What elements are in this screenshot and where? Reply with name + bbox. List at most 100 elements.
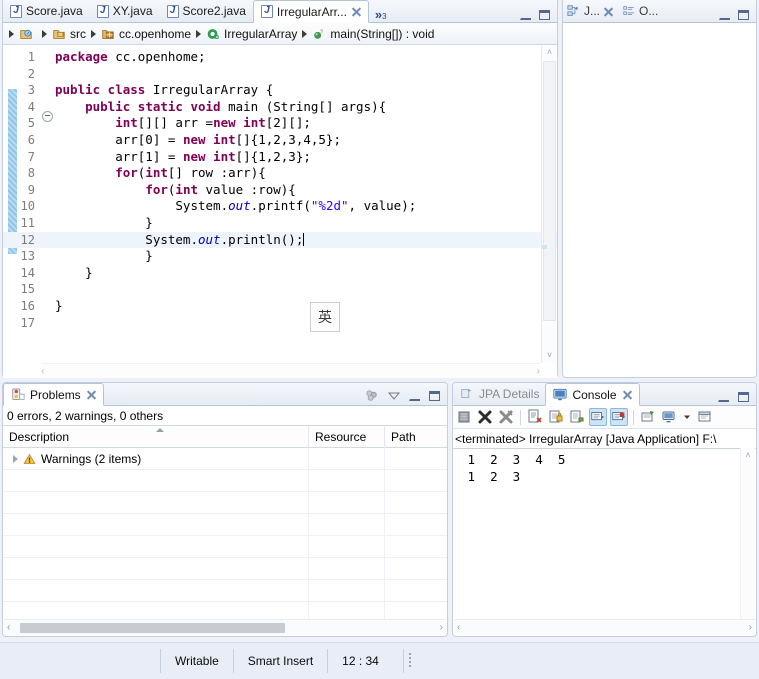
status-writable: Writable: [160, 649, 233, 673]
tab-java-hierarchy[interactable]: J...: [563, 0, 618, 22]
scroll-up-arrow-icon[interactable]: ˄: [741, 448, 755, 462]
scroll-left-arrow-icon[interactable]: ‹: [7, 622, 10, 633]
pin-console-icon[interactable]: [639, 408, 657, 426]
minimize-icon[interactable]: [718, 393, 729, 402]
class-icon: [207, 28, 219, 39]
code-line[interactable]: 13 }: [3, 248, 557, 265]
close-icon[interactable]: [603, 6, 614, 17]
problems-icon: [12, 387, 25, 400]
chevron-right-icon: [42, 29, 47, 38]
remove-launch-icon[interactable]: [476, 408, 494, 426]
code-line[interactable]: 15: [3, 281, 557, 298]
column-header-resource[interactable]: Resource: [309, 425, 385, 448]
scroll-up-arrow-icon[interactable]: ˄: [542, 45, 557, 60]
display-selected-console-icon[interactable]: [660, 408, 678, 426]
code-line[interactable]: 6 arr[0] = new int[]{1,2,3,4,5};: [3, 132, 557, 149]
code-lines: 1 package cc.openhome; 2 3 public class Irre…: [3, 49, 557, 331]
editor-tab-score[interactable]: Score.java: [3, 0, 90, 22]
clear-console-icon[interactable]: [526, 408, 544, 426]
scroll-left-arrow-icon[interactable]: ‹: [457, 622, 460, 633]
show-console-on-output-icon[interactable]: [589, 408, 607, 426]
console-output[interactable]: 1 2 3 4 5 1 2 3: [454, 448, 740, 619]
warning-icon: [23, 453, 36, 464]
maximize-icon[interactable]: [738, 392, 749, 402]
scrollbar-thumb[interactable]: [20, 623, 285, 633]
scroll-right-arrow-icon[interactable]: ›: [749, 622, 752, 633]
code-line[interactable]: 7 arr[1] = new int[]{1,2,3};: [3, 149, 557, 166]
code-line[interactable]: 8 for(int[] row :arr){: [3, 165, 557, 182]
code-line[interactable]: 2: [3, 66, 557, 83]
code-line[interactable]: 10 System.out.printf("%2d", value);: [3, 198, 557, 215]
editor-tab-label: Score.java: [26, 4, 83, 18]
column-header-path[interactable]: Path: [385, 426, 445, 448]
tab-console[interactable]: Console: [545, 383, 640, 406]
problems-horizontal-scrollbar[interactable]: ‹ ›: [4, 619, 446, 635]
editor-vertical-scrollbar[interactable]: ˄ ˅: [541, 45, 556, 363]
line-number: 12: [20, 232, 35, 247]
code-line[interactable]: 17: [3, 315, 557, 332]
expand-arrow-icon[interactable]: [13, 454, 18, 463]
tab-jpa-details[interactable]: JPA Details: [453, 382, 545, 405]
code-line[interactable]: 14 }: [3, 265, 557, 282]
tab-problems[interactable]: Problems: [3, 383, 104, 406]
table-row[interactable]: Warnings (2 items): [3, 447, 447, 470]
maximize-icon[interactable]: [539, 10, 550, 20]
console-horizontal-scrollbar[interactable]: ‹ ›: [454, 619, 755, 635]
code-line[interactable]: 11 }: [3, 215, 557, 232]
filters-icon[interactable]: [365, 390, 379, 402]
view-menu-icon[interactable]: [388, 392, 400, 400]
terminate-all-icon[interactable]: [455, 408, 473, 426]
code-line[interactable]: 1 package cc.openhome;: [3, 49, 557, 66]
project-icon: [20, 29, 32, 39]
code-line[interactable]: 4 public static void main (String[] args…: [3, 99, 557, 123]
editor-horizontal-scrollbar[interactable]: ‹ ›: [41, 363, 540, 378]
close-icon[interactable]: [86, 389, 97, 400]
console-vertical-scrollbar[interactable]: ˄: [740, 448, 755, 619]
scroll-right-arrow-icon[interactable]: ›: [537, 366, 540, 377]
show-console-on-error-icon[interactable]: [610, 408, 628, 426]
scroll-left-arrow-icon[interactable]: ‹: [41, 366, 44, 377]
open-console-icon[interactable]: [696, 408, 714, 426]
chevron-double-right-icon: »: [374, 7, 383, 22]
scroll-lock-icon[interactable]: [547, 408, 565, 426]
breadcrumb-item-method[interactable]: S main(String[]) : void: [312, 27, 434, 41]
code-line[interactable]: 9 for(int value :row){: [3, 182, 557, 199]
editor-part: Score.java XY.java Score2.java Irregular…: [2, 0, 558, 378]
minimize-icon[interactable]: [409, 392, 420, 401]
console-menu-arrow-icon[interactable]: [681, 408, 693, 426]
code-line[interactable]: 12 System.out.println();: [3, 231, 557, 249]
scroll-down-arrow-icon[interactable]: ˅: [542, 348, 557, 363]
code-line[interactable]: 16}: [3, 298, 557, 315]
scroll-right-arrow-icon[interactable]: ›: [440, 622, 443, 633]
minimize-icon[interactable]: [719, 11, 730, 20]
breadcrumb-item-project[interactable]: [19, 27, 37, 41]
column-header-description[interactable]: Description: [3, 425, 309, 448]
empty-row: [3, 536, 447, 558]
scrollbar-thumb[interactable]: [543, 61, 556, 321]
maximize-icon[interactable]: [429, 391, 440, 401]
code-line[interactable]: 3 public class IrregularArray {: [3, 82, 557, 99]
method-public-static-icon: S: [314, 28, 324, 39]
breadcrumb-item-src[interactable]: src: [52, 27, 86, 41]
line-number: 16: [20, 298, 35, 313]
toolbar-separator: [633, 409, 634, 425]
line-number: 11: [20, 215, 35, 230]
code-editor[interactable]: 1 package cc.openhome; 2 3 public class Irre…: [3, 45, 557, 378]
tab-outline[interactable]: O...: [618, 0, 662, 22]
jpa-icon: [461, 388, 472, 398]
code-line[interactable]: 5 int[][] arr =new int[2][];: [3, 115, 557, 132]
editor-tab-xy[interactable]: XY.java: [90, 0, 160, 22]
editor-tab-irregulararray[interactable]: IrregularArr...: [252, 0, 369, 23]
editor-tab-score2[interactable]: Score2.java: [160, 0, 253, 22]
code-text: }: [55, 214, 153, 230]
more-tabs-button[interactable]: » 3: [369, 6, 391, 22]
remove-all-terminated-icon[interactable]: [497, 408, 515, 426]
close-icon[interactable]: [351, 6, 362, 17]
outline-icon: [623, 6, 634, 15]
word-wrap-icon[interactable]: [568, 408, 586, 426]
close-icon[interactable]: [622, 389, 633, 400]
breadcrumb-item-class[interactable]: IrregularArray: [206, 27, 297, 41]
breadcrumb-item-package[interactable]: cc.openhome: [101, 27, 191, 41]
maximize-icon[interactable]: [738, 10, 749, 20]
minimize-icon[interactable]: [520, 11, 531, 20]
